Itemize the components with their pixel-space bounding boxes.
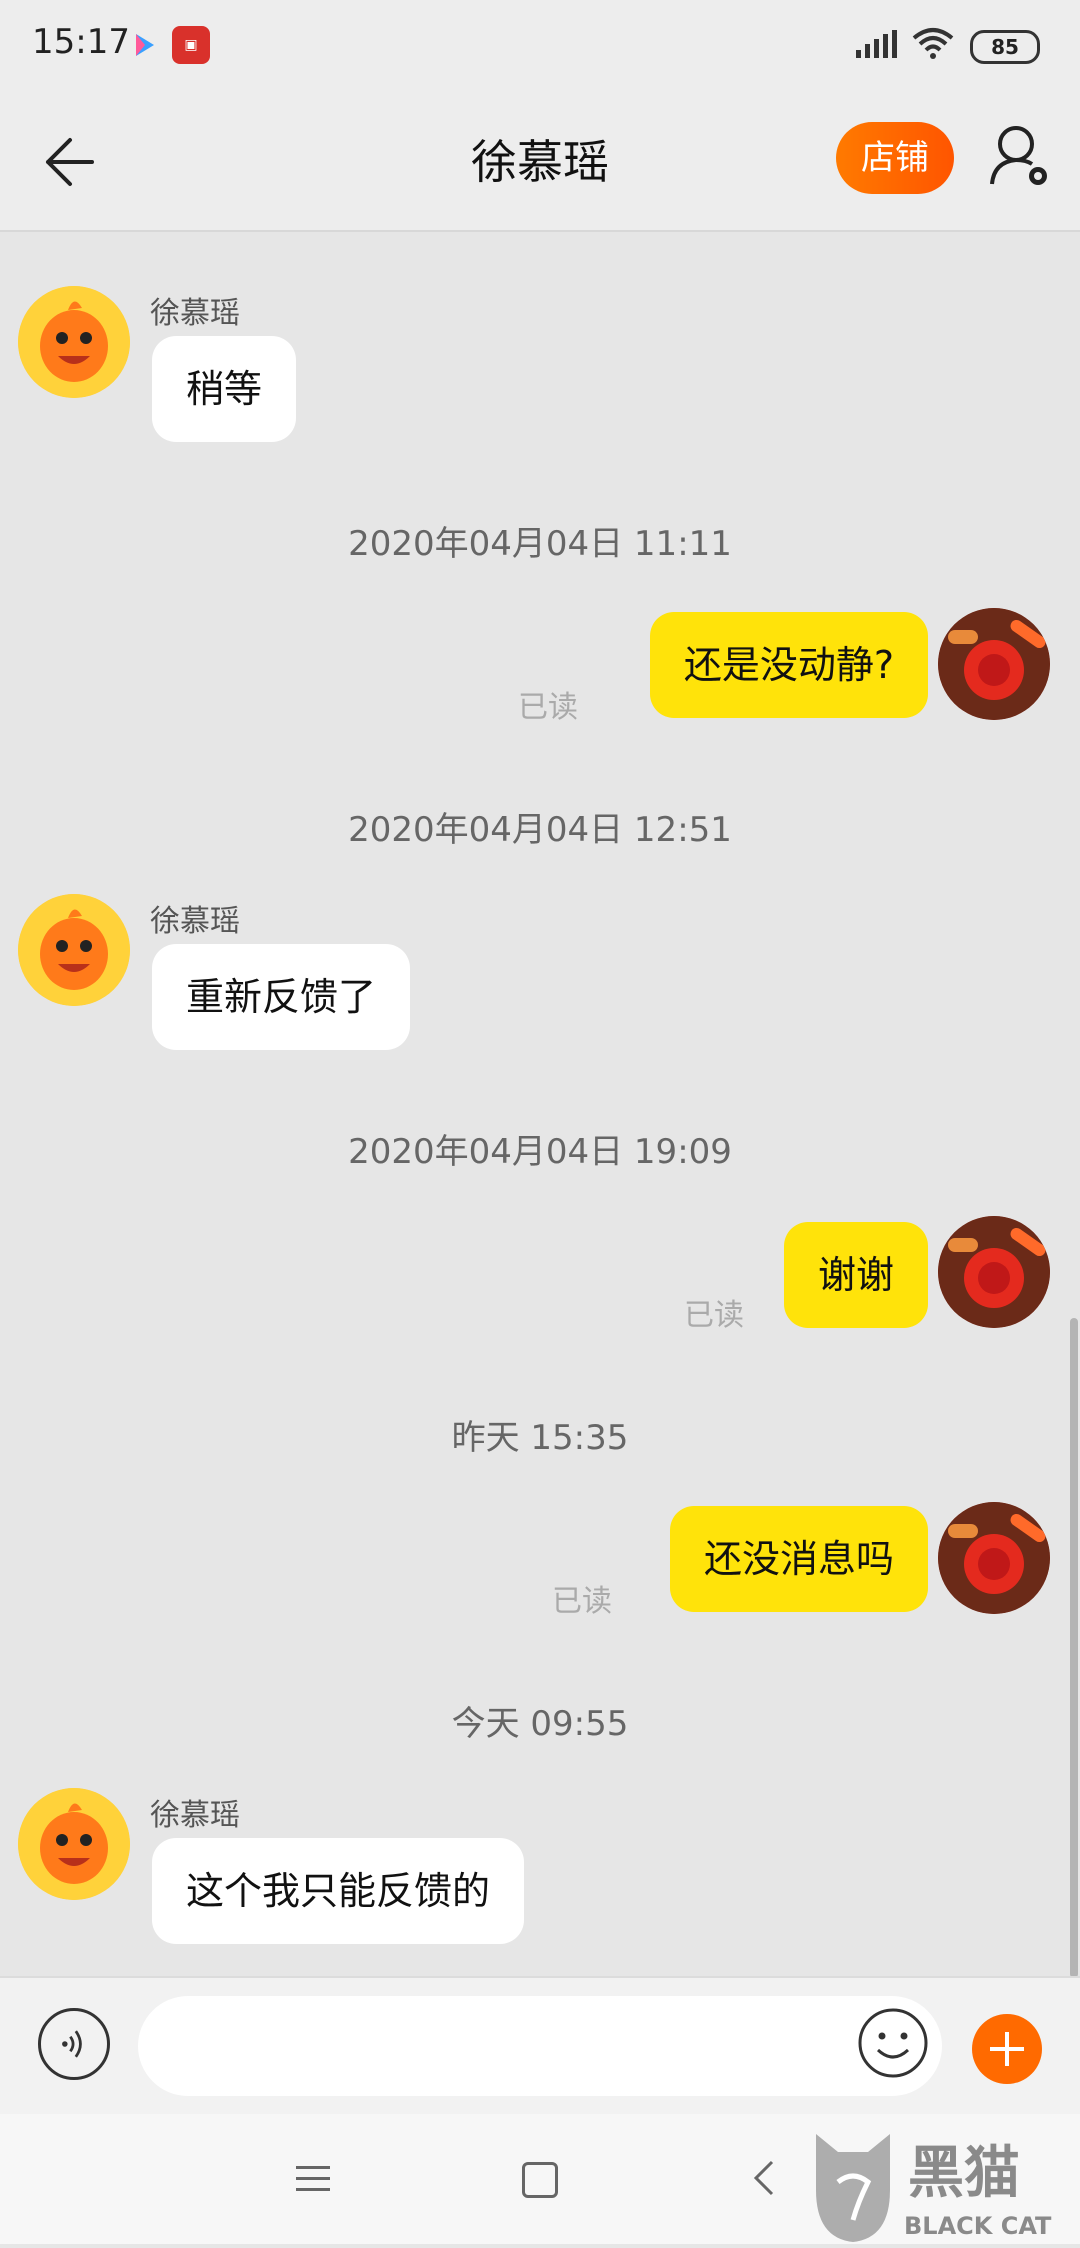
watermark-brand-en: BLACK CAT [904, 2212, 1052, 2240]
pinduoduo-app-icon: ▣ [172, 26, 210, 64]
shop-button[interactable]: 店铺 [836, 122, 954, 194]
message-timestamp: 2020年04月04日 19:09 [348, 1132, 732, 1172]
plus-icon [990, 2032, 1024, 2066]
message-input-bar [0, 1976, 1080, 2116]
blackcat-logo-icon: 黑猫 BLACK CAT [816, 2134, 1052, 2242]
my-avatar[interactable] [938, 1216, 1050, 1328]
contact-avatar[interactable] [18, 286, 130, 398]
wifi-icon [912, 28, 954, 59]
message-timestamp: 2020年04月04日 11:11 [348, 524, 732, 564]
user-settings-icon[interactable] [988, 122, 1054, 192]
my-avatar[interactable] [938, 1502, 1050, 1614]
sender-name: 徐慕瑶 [150, 904, 240, 939]
message-bubble-sent[interactable]: 还没消息吗 [669, 1506, 928, 1612]
blackcat-watermark: 黑猫 BLACK CAT [808, 2130, 1080, 2244]
sender-name: 徐慕瑶 [150, 296, 240, 331]
message-bubble-received[interactable]: 这个我只能反馈的 [152, 1838, 525, 1944]
my-avatar[interactable] [938, 608, 1050, 720]
more-options-button[interactable] [972, 2014, 1042, 2084]
message-input[interactable] [138, 1996, 942, 2096]
signal-icon [856, 30, 897, 58]
menu-icon[interactable] [296, 2164, 330, 2194]
sender-name: 徐慕瑶 [150, 1798, 240, 1833]
status-time: 15:17 [32, 22, 130, 62]
voice-input-button[interactable] [38, 2008, 110, 2080]
status-bar: 15:17 ▣ 85 [0, 0, 1080, 92]
video-app-icon [136, 34, 154, 56]
message-timestamp: 昨天 15:35 [451, 1418, 629, 1458]
message-timestamp: 今天 09:55 [451, 1704, 629, 1744]
message-timestamp: 2020年04月04日 12:51 [348, 810, 732, 850]
contact-avatar[interactable] [18, 1788, 130, 1900]
read-receipt: 已读 [518, 690, 578, 725]
chat-header: 徐慕瑶 店铺 [0, 92, 1080, 232]
emoji-icon[interactable] [856, 2006, 930, 2080]
message-bubble-sent[interactable]: 谢谢 [783, 1222, 928, 1328]
message-bubble-received[interactable]: 重新反馈了 [152, 944, 411, 1050]
message-bubble-sent[interactable]: 还是没动静? [649, 612, 928, 718]
nav-back-icon[interactable] [752, 2158, 776, 2198]
voice-icon [62, 2030, 82, 2058]
scrollbar[interactable] [1070, 1318, 1078, 1978]
contact-avatar[interactable] [18, 894, 130, 1006]
battery-indicator: 85 [970, 30, 1040, 64]
message-bubble-received[interactable]: 稍等 [152, 336, 297, 442]
watermark-brand-cn: 黑猫 [908, 2141, 1020, 2206]
home-icon[interactable] [522, 2162, 558, 2198]
read-receipt: 已读 [552, 1584, 612, 1619]
read-receipt: 已读 [684, 1298, 744, 1333]
